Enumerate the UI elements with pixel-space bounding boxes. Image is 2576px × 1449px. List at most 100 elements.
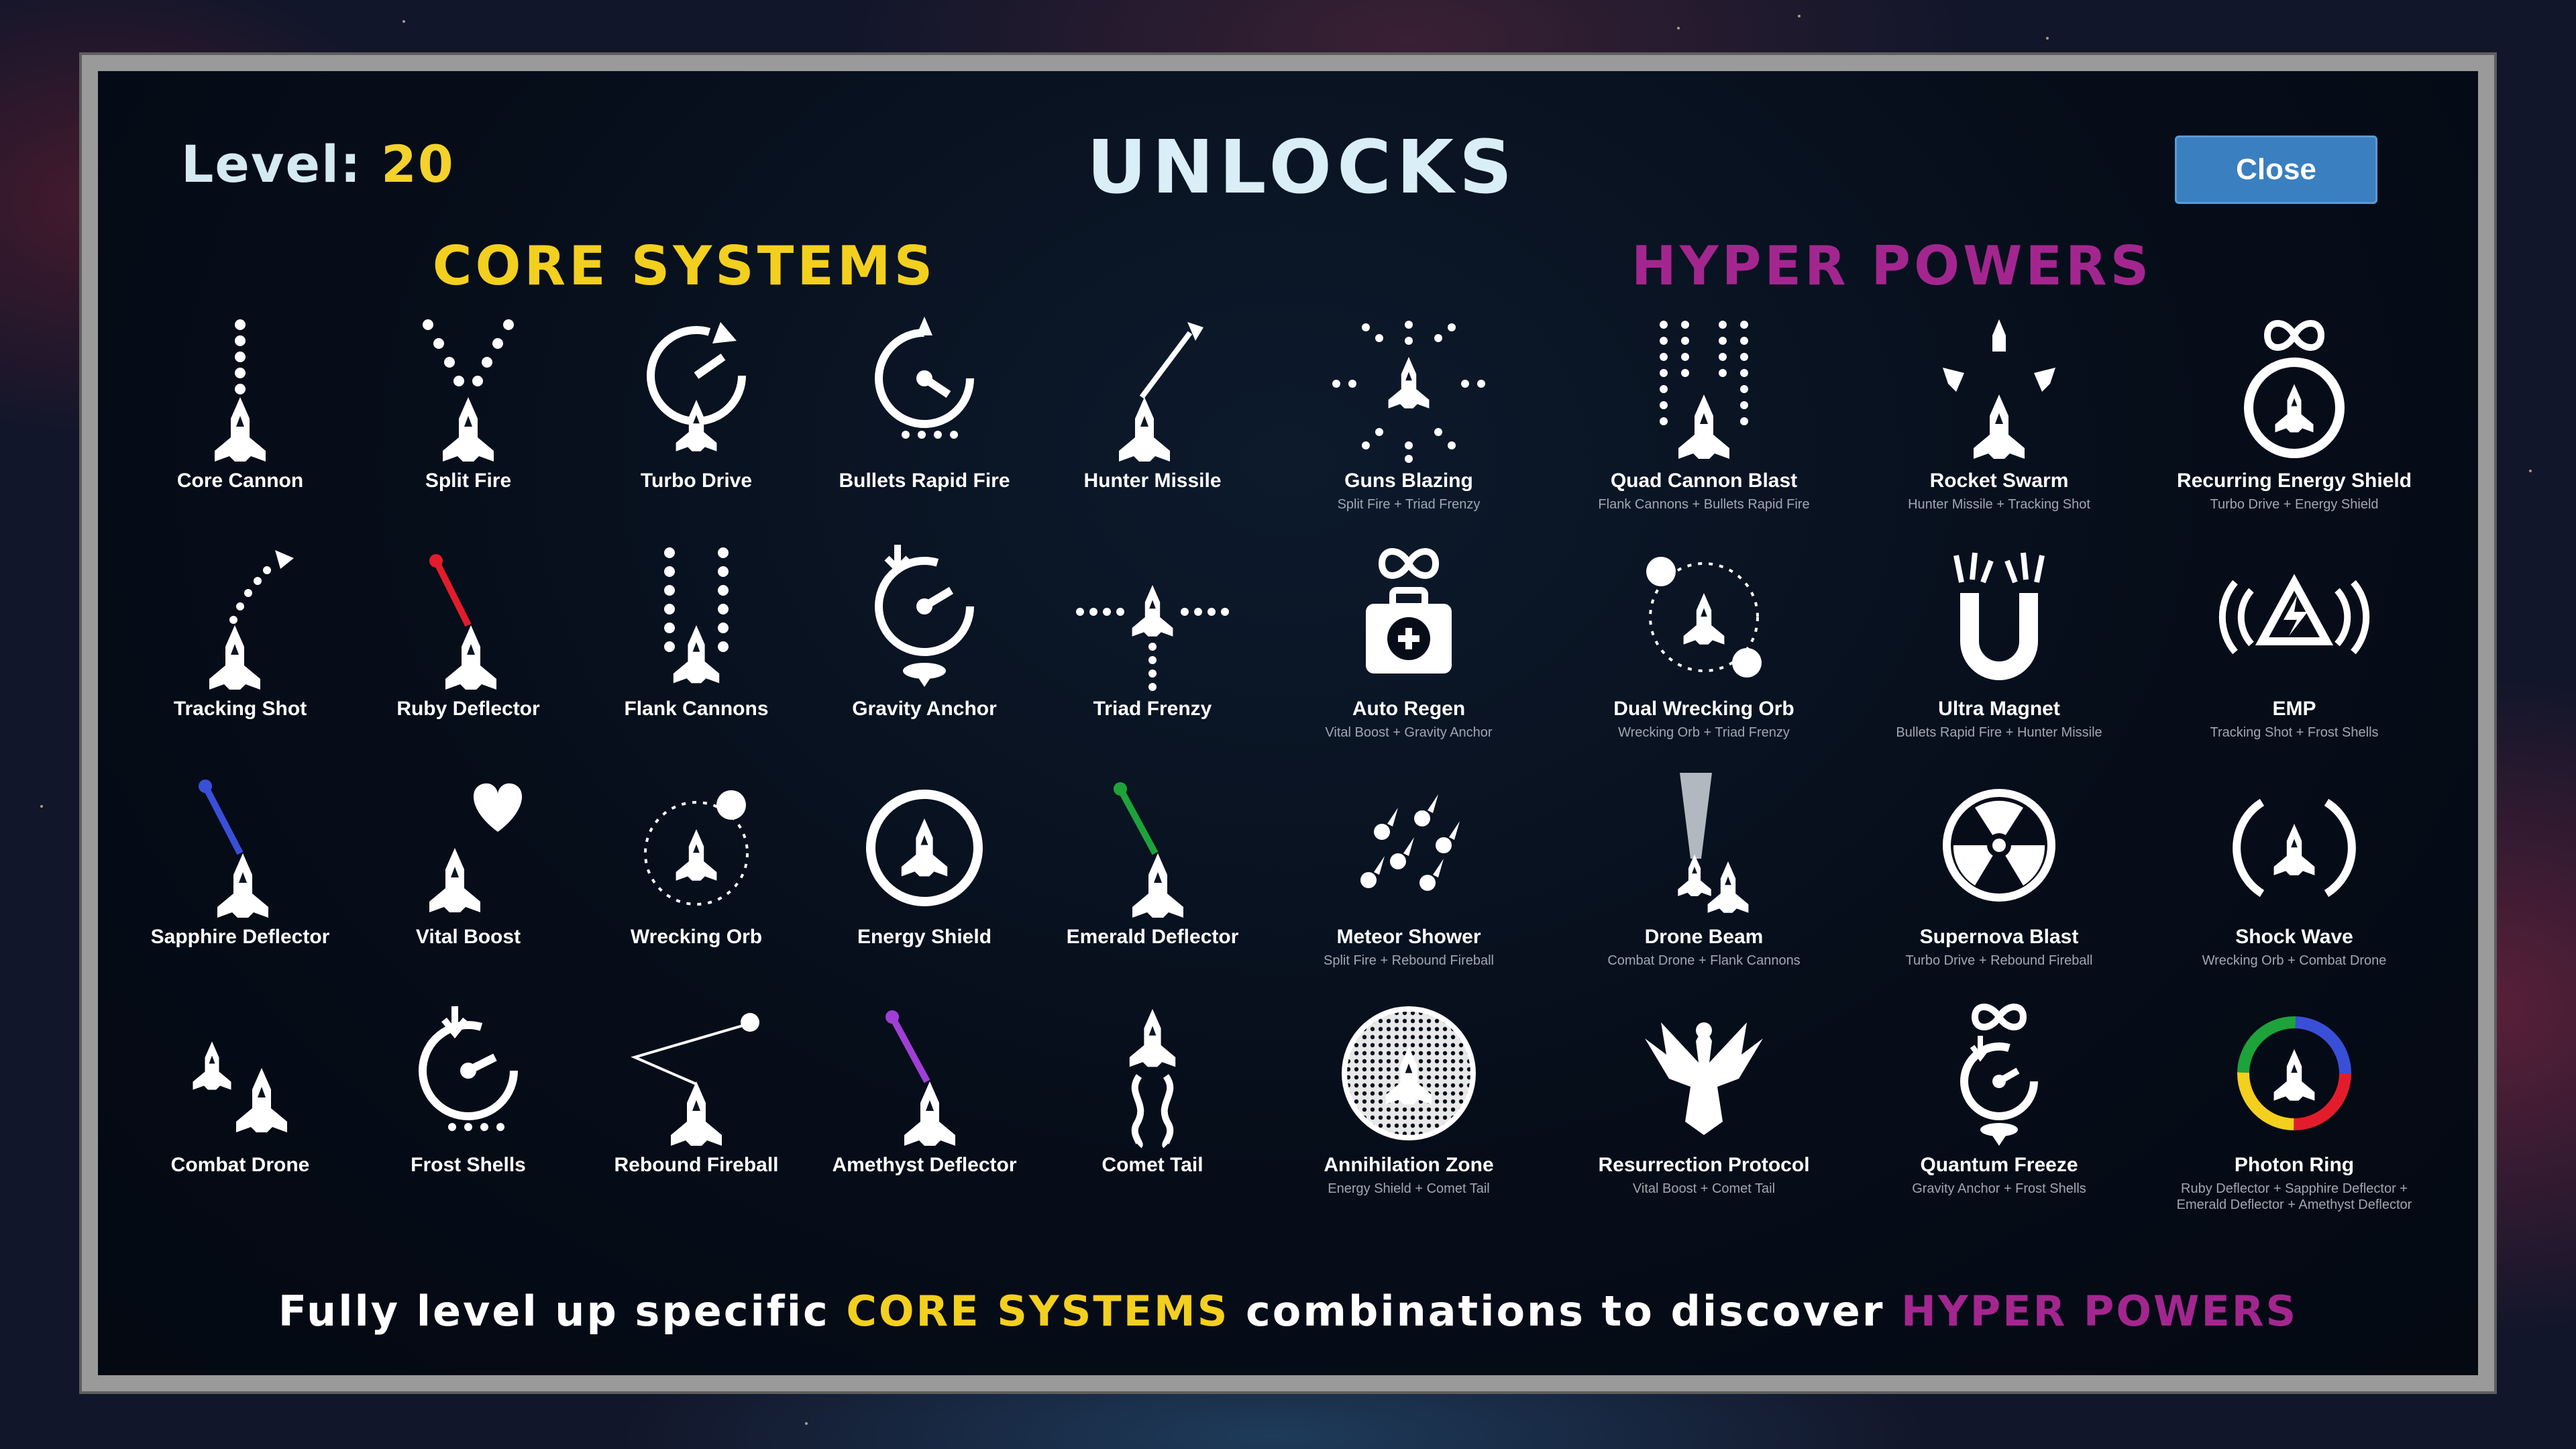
wrecking-orb-icon — [644, 790, 749, 906]
core-system-label: Comet Tail — [1102, 1154, 1203, 1176]
hyper-power-combo: Hunter Missile + Tracking Shot — [1908, 497, 2090, 512]
sapphire-deflector-icon — [199, 780, 268, 918]
level-label: Level: — [181, 134, 362, 194]
triad-frenzy-icon — [1076, 585, 1229, 691]
hyper-power-annihilation-zone[interactable]: Annihilation Zone Energy Shield + Comet … — [1268, 1001, 1550, 1222]
hyper-power-supernova-blast[interactable]: Supernova Blast Turbo Drive + Rebound Fi… — [1858, 773, 2140, 994]
hunter-missile-icon — [1119, 322, 1203, 462]
rebound-fireball-icon — [631, 1013, 759, 1146]
hyper-power-resurrection-protocol[interactable]: Resurrection Protocol Vital Boost + Come… — [1563, 1001, 1845, 1222]
auto-regen-icon — [1366, 548, 1452, 674]
hyper-power-quantum-freeze[interactable]: Quantum Freeze Gravity Anchor + Frost Sh… — [1858, 1001, 2140, 1222]
hyper-power-emp[interactable]: EMP Tracking Shot + Frost Shells — [2153, 545, 2435, 766]
hyper-power-shock-wave[interactable]: Shock Wave Wrecking Orb + Combat Drone — [2153, 773, 2435, 994]
hyper-power-label: Dual Wrecking Orb — [1613, 698, 1794, 720]
core-systems-heading: CORE SYSTEMS — [432, 235, 936, 297]
resurrection-protocol-icon — [1645, 1022, 1763, 1135]
footer-hint: Fully level up specific CORE SYSTEMS com… — [0, 1287, 2576, 1336]
hyper-power-label: Shock Wave — [2235, 926, 2353, 948]
hyper-power-label: Recurring Energy Shield — [2176, 470, 2412, 492]
hyper-power-combo: Wrecking Orb + Triad Frenzy — [1618, 725, 1790, 740]
hyper-power-label: EMP — [2272, 698, 2316, 720]
shock-wave-icon — [2233, 798, 2356, 898]
hyper-power-label: Annihilation Zone — [1324, 1154, 1494, 1176]
hyper-power-combo: Vital Boost + Gravity Anchor — [1325, 725, 1493, 740]
hyper-power-combo: Flank Cannons + Bullets Rapid Fire — [1598, 497, 1810, 512]
hyper-power-label: Auto Regen — [1352, 698, 1466, 720]
core-cannon-icon — [215, 319, 266, 462]
core-system-triad-frenzy[interactable]: Triad Frenzy — [1012, 545, 1293, 766]
hyper-power-combo: Turbo Drive + Energy Shield — [2210, 497, 2379, 512]
footer-prefix: Fully level up specific — [278, 1287, 847, 1336]
annihilation-zone-icon — [1342, 1006, 1476, 1140]
combat-drone-icon — [193, 1041, 287, 1132]
hyper-power-combo: Split Fire + Rebound Fireball — [1323, 953, 1494, 968]
page-title: UNLOCKS — [1087, 124, 1518, 210]
ultra-magnet-icon — [1953, 552, 2045, 680]
tracking-shot-icon — [209, 550, 294, 690]
hyper-power-combo: Vital Boost + Comet Tail — [1632, 1181, 1776, 1196]
amethyst-deflector-icon — [885, 1010, 955, 1146]
hyper-power-guns-blazing[interactable]: Guns Blazing Split Fire + Triad Frenzy — [1268, 317, 1550, 538]
hyper-power-combo: Combat Drone + Flank Cannons — [1607, 953, 1801, 968]
footer-hyper-powers: HYPER POWERS — [1901, 1287, 2298, 1336]
comet-tail-icon — [1129, 1009, 1176, 1148]
core-system-label: Emerald Deflector — [1066, 926, 1239, 948]
photon-ring-icon — [2237, 1016, 2351, 1130]
energy-shield-icon — [866, 790, 983, 906]
background-star — [1677, 27, 1680, 30]
hyper-power-label: Drone Beam — [1644, 926, 1764, 948]
hyper-powers-heading: HYPER POWERS — [1631, 235, 2153, 297]
hyper-power-rocket-swarm[interactable]: Rocket Swarm Hunter Missile + Tracking S… — [1858, 317, 2140, 538]
background-star — [2046, 37, 2049, 40]
hyper-power-combo: Ruby Deflector + Sapphire Deflector + Em… — [2176, 1181, 2412, 1212]
vital-boost-icon — [429, 783, 523, 912]
core-system-hunter-missile[interactable]: Hunter Missile — [1012, 317, 1293, 538]
hyper-power-recurring-energy-shield[interactable]: Recurring Energy Shield Turbo Drive + En… — [2153, 317, 2435, 538]
hyper-power-meteor-shower[interactable]: Meteor Shower Split Fire + Rebound Fireb… — [1268, 773, 1550, 994]
core-system-label: Hunter Missile — [1083, 470, 1222, 492]
close-button[interactable]: Close — [2175, 136, 2377, 204]
turbo-drive-icon — [647, 322, 746, 451]
hyper-power-label: Resurrection Protocol — [1598, 1154, 1810, 1176]
rocket-swarm-icon — [1943, 319, 2055, 459]
hyper-power-photon-ring[interactable]: Photon Ring Ruby Deflector + Sapphire De… — [2153, 1001, 2435, 1222]
hyper-power-combo: Wrecking Orb + Combat Drone — [2202, 953, 2387, 968]
emp-icon — [2218, 574, 2370, 655]
footer-middle: combinations to discover — [1229, 1287, 1901, 1336]
hyper-power-quad-cannon-blast[interactable]: Quad Cannon Blast Flank Cannons + Bullet… — [1563, 317, 1845, 538]
hyper-power-combo: Energy Shield + Comet Tail — [1328, 1181, 1490, 1196]
drone-beam-icon — [1678, 773, 1749, 913]
hyper-power-ultra-magnet[interactable]: Ultra Magnet Bullets Rapid Fire + Hunter… — [1858, 545, 2140, 766]
core-system-comet-tail[interactable]: Comet Tail — [1012, 1001, 1293, 1222]
hyper-power-combo: Turbo Drive + Rebound Fireball — [1905, 953, 2093, 968]
hyper-power-auto-regen[interactable]: Auto Regen Vital Boost + Gravity Anchor — [1268, 545, 1550, 766]
quad-cannon-blast-icon — [1660, 321, 1748, 459]
background-star — [1798, 15, 1801, 17]
hyper-power-dual-wrecking-orb[interactable]: Dual Wrecking Orb Wrecking Orb + Triad F… — [1563, 545, 1845, 766]
hyper-power-label: Quantum Freeze — [1920, 1154, 2078, 1176]
guns-blazing-icon — [1332, 321, 1485, 463]
background-star — [402, 20, 405, 23]
background-star — [805, 1422, 808, 1425]
hyper-power-label: Quad Cannon Blast — [1610, 470, 1798, 492]
flank-cannons-icon — [664, 547, 729, 684]
footer-core-systems: CORE SYSTEMS — [846, 1287, 1230, 1336]
frost-shells-icon — [419, 1006, 518, 1131]
hyper-power-combo: Split Fire + Triad Frenzy — [1337, 497, 1481, 512]
dual-wrecking-orb-icon — [1646, 557, 1762, 678]
core-system-emerald-deflector[interactable]: Emerald Deflector — [1012, 773, 1293, 994]
core-system-label: Triad Frenzy — [1093, 698, 1212, 720]
background-star — [40, 805, 43, 808]
hyper-power-label: Photon Ring — [2234, 1154, 2355, 1176]
emerald-deflector-icon — [1114, 782, 1183, 918]
hyper-power-label: Meteor Shower — [1336, 926, 1481, 948]
split-fire-icon — [423, 319, 514, 462]
background-star — [2529, 470, 2532, 472]
meteor-shower-icon — [1360, 794, 1460, 891]
hyper-power-combo: Tracking Shot + Frost Shells — [2210, 725, 2379, 740]
hyper-power-label: Rocket Swarm — [1929, 470, 2069, 492]
hyper-power-combo: Gravity Anchor + Frost Shells — [1912, 1181, 2086, 1196]
recurring-energy-shield-icon — [2244, 320, 2345, 458]
hyper-power-drone-beam[interactable]: Drone Beam Combat Drone + Flank Cannons — [1563, 773, 1845, 994]
